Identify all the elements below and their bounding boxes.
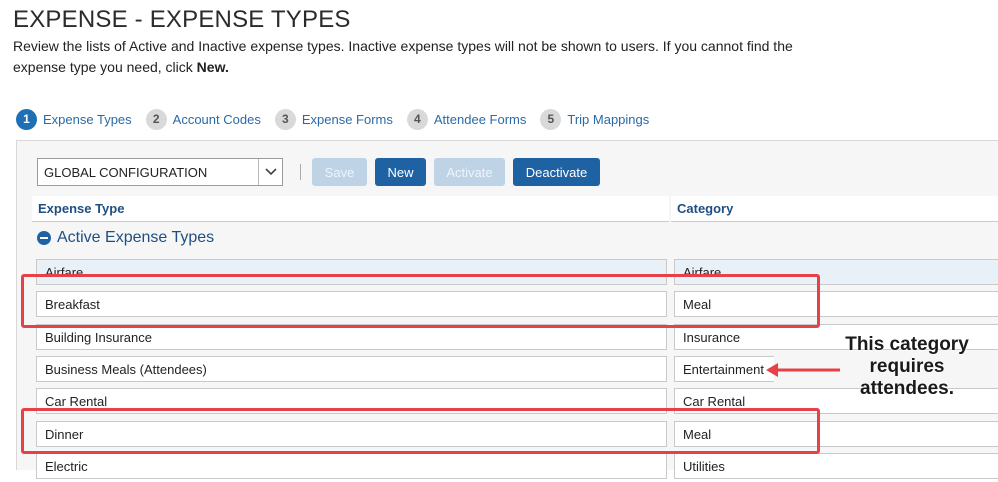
section-label: Active Expense Types	[57, 229, 215, 246]
annotation-line: attendees.	[860, 378, 954, 399]
step-number: 5	[540, 108, 562, 130]
active-expense-types-section[interactable]: Active Expense Types	[37, 229, 214, 247]
step-account-codes[interactable]: 2 Account Codes	[145, 108, 261, 130]
step-expense-forms[interactable]: 3 Expense Forms	[274, 108, 393, 130]
step-label: Expense Forms	[301, 111, 393, 127]
wizard-steps: 1 Expense Types 2 Account Codes 3 Expens…	[16, 108, 663, 130]
intro-new-keyword: New.	[196, 59, 229, 75]
column-header-expense-type[interactable]: Expense Type	[32, 196, 669, 222]
annotation-line: requires	[869, 356, 945, 377]
expense-type-cell[interactable]: Business Meals (Attendees)	[36, 356, 667, 382]
step-label: Attendee Forms	[433, 111, 527, 127]
page-description: Review the lists of Active and Inactive …	[13, 36, 793, 78]
table-row[interactable]: Electric Utilities	[17, 450, 998, 482]
expense-type-cell[interactable]: Airfare	[36, 259, 667, 285]
table-row[interactable]: Breakfast Meal	[17, 288, 998, 320]
category-cell[interactable]: Utilities	[674, 453, 998, 479]
intro-text: Review the lists of Active and Inactive …	[13, 38, 793, 75]
step-label: Trip Mappings	[567, 111, 650, 127]
annotation-line: This category	[845, 334, 969, 355]
step-label: Expense Types	[43, 111, 132, 127]
step-trip-mappings[interactable]: 5 Trip Mappings	[540, 108, 650, 130]
step-number: 1	[16, 108, 37, 130]
annotation-callout: This category requires attendees.	[832, 334, 982, 400]
step-number: 3	[274, 108, 296, 130]
step-label: Account Codes	[172, 111, 261, 127]
expense-type-cell[interactable]: Breakfast	[36, 291, 667, 317]
arrow-left-icon	[766, 363, 840, 377]
toolbar: GLOBAL CONFIGURATION Save New Activate D…	[37, 158, 608, 186]
column-header-category[interactable]: Category	[671, 196, 998, 222]
save-button[interactable]: Save	[312, 158, 367, 186]
page-title: EXPENSE - EXPENSE TYPES	[13, 6, 351, 33]
expense-types-panel: GLOBAL CONFIGURATION Save New Activate D…	[16, 140, 998, 479]
category-cell[interactable]: Entertainment	[674, 356, 774, 382]
table-row[interactable]: Dinner Meal	[17, 418, 998, 450]
expense-type-cell[interactable]: Dinner	[36, 421, 667, 447]
step-number: 4	[406, 108, 428, 130]
category-cell[interactable]: Meal	[674, 291, 998, 317]
category-cell[interactable]: Airfare	[674, 259, 998, 285]
step-expense-types[interactable]: 1 Expense Types	[16, 108, 132, 130]
new-button[interactable]: New	[375, 158, 426, 186]
step-number: 2	[145, 108, 167, 130]
activate-button[interactable]: Activate	[434, 158, 505, 186]
deactivate-button[interactable]: Deactivate	[513, 158, 600, 186]
expense-type-cell[interactable]: Electric	[36, 453, 667, 479]
category-cell[interactable]: Meal	[674, 421, 998, 447]
step-attendee-forms[interactable]: 4 Attendee Forms	[406, 108, 527, 130]
table-row[interactable]: Airfare Airfare	[17, 256, 998, 288]
collapse-icon[interactable]	[37, 231, 51, 245]
expense-type-cell[interactable]: Car Rental	[36, 388, 667, 414]
toolbar-divider	[300, 164, 301, 180]
configuration-select[interactable]: GLOBAL CONFIGURATION	[37, 158, 283, 186]
configuration-select-value: GLOBAL CONFIGURATION	[44, 164, 208, 180]
expense-type-cell[interactable]: Building Insurance	[36, 324, 667, 350]
chevron-down-icon[interactable]	[258, 159, 282, 185]
